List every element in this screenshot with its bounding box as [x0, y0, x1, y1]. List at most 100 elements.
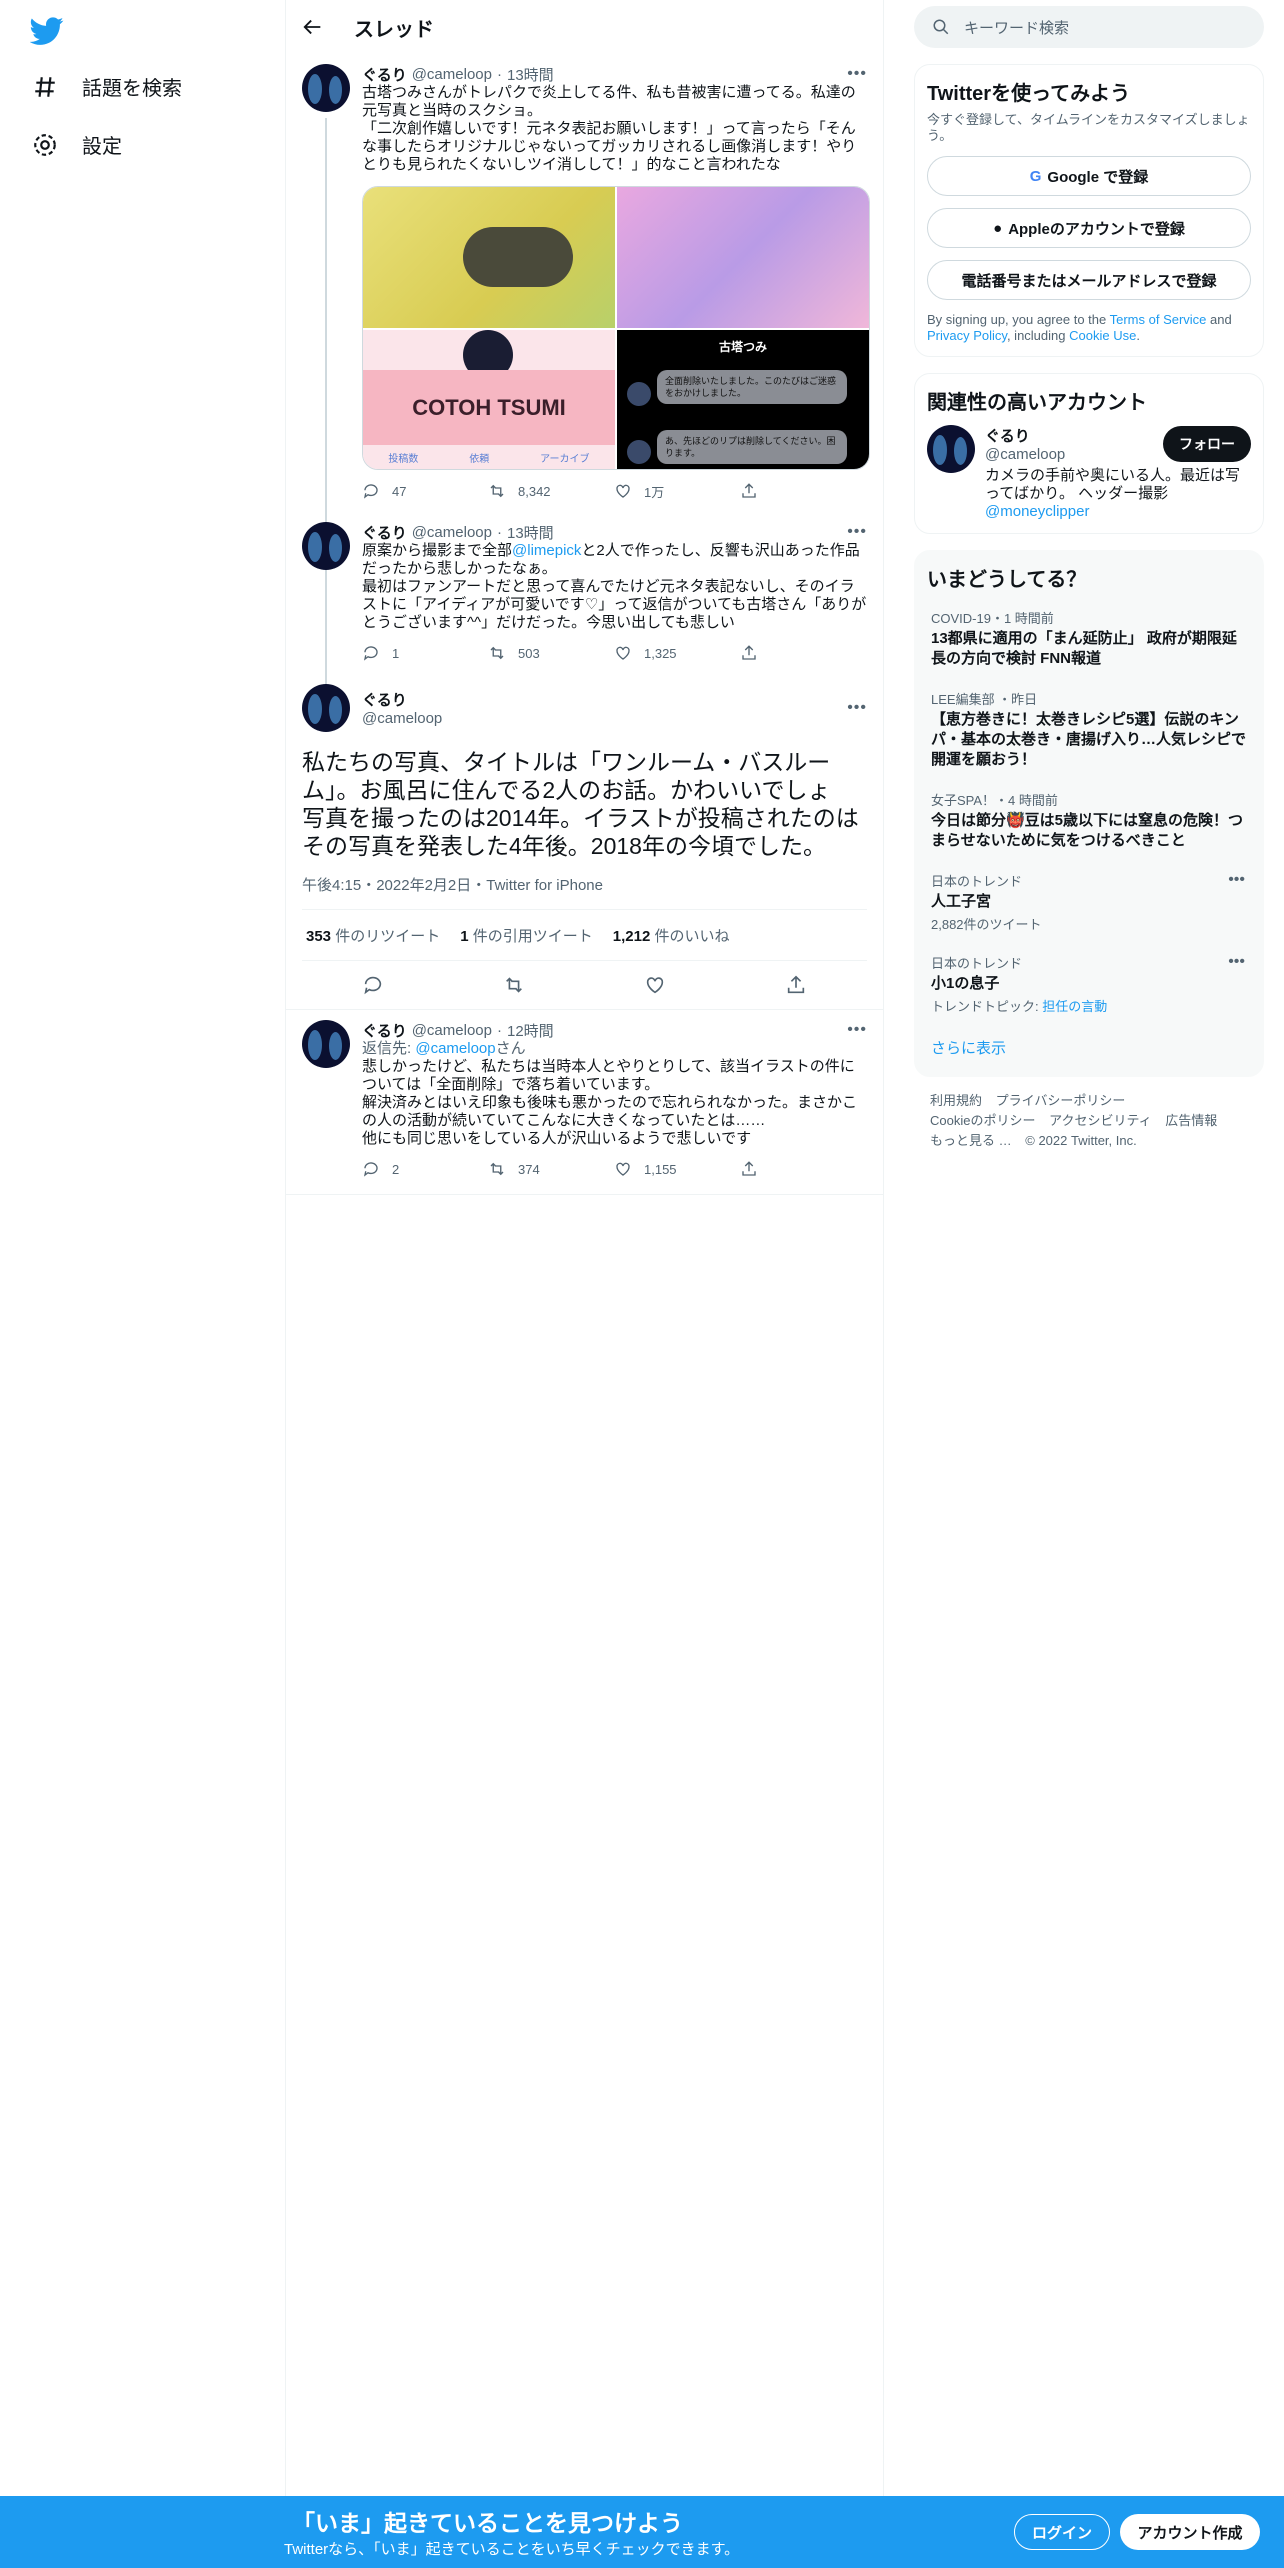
footer-link[interactable]: もっと見る …: [930, 1133, 1012, 1148]
trend-category: LEE編集部 ・昨日: [931, 692, 1038, 707]
search-input[interactable]: キーワード検索: [964, 17, 1069, 38]
retweet-icon[interactable]: [503, 974, 525, 996]
signup-button[interactable]: アカウント作成: [1120, 2514, 1260, 2550]
reply-button[interactable]: 2: [362, 1160, 488, 1178]
nav-settings[interactable]: 設定: [32, 130, 122, 159]
footer-link[interactable]: アクセシビリティ: [1049, 1113, 1152, 1128]
more-options-icon[interactable]: •••: [847, 699, 867, 717]
trend-category: 日本のトレンド: [931, 956, 1023, 971]
tweet-time[interactable]: 13時間: [507, 64, 554, 85]
like-button[interactable]: 1,155: [614, 1160, 740, 1178]
apple-signup-button[interactable]: ● Appleのアカウントで登録: [927, 208, 1251, 248]
author-name[interactable]: ぐるり: [362, 64, 407, 85]
tweet-time[interactable]: 12時間: [507, 1020, 554, 1041]
more-options-icon[interactable]: •••: [847, 65, 867, 83]
thread-tweet-2[interactable]: ぐるり @cameloop · 13時間 ••• 原案から撮影まで全部@lime…: [286, 512, 883, 698]
trend-item[interactable]: 女子SPA！・4 時間前 今日は節分👹豆は5歳以下には窒息の危険！つまらせないた…: [927, 780, 1251, 861]
search-bar[interactable]: キーワード検索: [914, 6, 1264, 48]
share-button[interactable]: [740, 1160, 866, 1178]
more-options-icon[interactable]: •••: [1228, 871, 1245, 889]
trend-topic-link[interactable]: 担任の言動: [1042, 999, 1107, 1014]
tweet-time[interactable]: 13時間: [507, 522, 554, 543]
twitter-logo-icon[interactable]: [30, 14, 64, 48]
trend-title: 今日は節分👹豆は5歳以下には窒息の危険！つまらせないために気をつけるべきこと: [931, 812, 1244, 849]
show-more-link[interactable]: さらに表示: [931, 1040, 1006, 1057]
retweet-button[interactable]: 503: [488, 644, 614, 662]
more-options-icon[interactable]: •••: [847, 1021, 867, 1039]
bio-mention-link[interactable]: @moneyclipper: [985, 503, 1089, 520]
follow-button[interactable]: フォロー: [1163, 426, 1251, 462]
focused-tweet: ぐるり @cameloop ••• 私たちの写真、タイトルは「ワンルーム・バスル…: [286, 674, 883, 1010]
login-button[interactable]: ログイン: [1014, 2514, 1110, 2550]
like-button[interactable]: 1万: [614, 482, 740, 501]
media-3-link: 依頼: [469, 454, 490, 465]
more-options-icon[interactable]: •••: [847, 523, 867, 541]
like-button[interactable]: 1,325: [614, 644, 740, 662]
author-name[interactable]: ぐるり: [362, 522, 407, 543]
media-screenshot-3[interactable]: COTOH TSUMI 投稿数 依頼 アーカイブ: [363, 330, 615, 469]
footer-link[interactable]: Cookieのポリシー: [930, 1113, 1035, 1128]
retweets-stat-label: 件のリツイート: [335, 927, 441, 945]
nav-explore-label: 話題を検索: [82, 78, 182, 100]
quotes-stat[interactable]: 1 件の引用ツイート: [460, 925, 593, 946]
nav-explore[interactable]: 話題を検索: [32, 72, 182, 101]
share-icon[interactable]: [785, 974, 807, 996]
reply-button[interactable]: 1: [362, 644, 488, 662]
related-bio-text: カメラの手前や奥にいる人。最近は写ってばかり。 ヘッダー撮影: [985, 467, 1241, 502]
media-screenshot-4[interactable]: 古塔つみ 全面削除いたしました。このたびはご迷惑をおかけしました。 あ、先ほどの…: [617, 330, 869, 469]
trend-item[interactable]: COVID-19・1 時間前 13都県に適用の「まん延防止」 政府が期限延長の方…: [927, 598, 1251, 679]
reply-button[interactable]: 47: [362, 482, 488, 500]
media-photo-1[interactable]: [363, 187, 615, 328]
author-handle[interactable]: @cameloop: [412, 1022, 492, 1039]
reply-icon[interactable]: [362, 974, 384, 996]
retweets-stat[interactable]: 353 件のリツイート: [306, 925, 440, 946]
google-signup-button[interactable]: G Google で登録: [927, 156, 1251, 196]
left-nav: 話題を検索 設定: [0, 0, 286, 2568]
footer-link[interactable]: プライバシーポリシー: [996, 1093, 1126, 1108]
author-name[interactable]: ぐるり: [362, 1020, 407, 1041]
footer-link[interactable]: 利用規約: [930, 1093, 982, 1108]
heart-icon[interactable]: [644, 974, 666, 996]
related-account[interactable]: ぐるり @cameloop フォロー カメラの手前や奥にいる人。最近は写ってばか…: [927, 425, 1251, 521]
related-handle[interactable]: @cameloop: [985, 446, 1163, 463]
media-photo-2[interactable]: [617, 187, 869, 328]
footer-link[interactable]: 広告情報: [1165, 1113, 1217, 1128]
retweet-count: 503: [518, 645, 540, 661]
back-arrow-icon[interactable]: [302, 16, 324, 38]
share-button[interactable]: [740, 482, 866, 500]
privacy-link[interactable]: Privacy Policy: [927, 328, 1007, 343]
avatar[interactable]: [302, 684, 350, 732]
more-options-icon[interactable]: •••: [1228, 953, 1245, 971]
avatar[interactable]: [927, 425, 975, 473]
share-button[interactable]: [740, 644, 866, 662]
mention-link[interactable]: @limepick: [512, 542, 581, 559]
author-handle[interactable]: @cameloop: [412, 66, 492, 83]
signup-title: Twitterを使ってみよう: [927, 83, 1131, 105]
share-icon: [742, 1161, 756, 1176]
tweet-timestamp[interactable]: 午後4:15・2022年2月2日・Twitter for iPhone: [302, 874, 867, 895]
phone-email-signup-button[interactable]: 電話番号またはメールアドレスで登録: [927, 260, 1251, 300]
trend-item[interactable]: 日本のトレンド 小1の息子 トレンドトピック: 担任の言動 •••: [927, 943, 1251, 1025]
likes-stat[interactable]: 1,212 件のいいね: [613, 925, 730, 946]
retweet-count: 8,342: [518, 483, 551, 499]
trend-item[interactable]: LEE編集部 ・昨日 【恵方巻きに！太巻きレシピ5選】伝説のキンパ・基本の太巻き…: [927, 679, 1251, 780]
related-name[interactable]: ぐるり: [985, 425, 1163, 446]
avatar[interactable]: [302, 1020, 350, 1068]
reply-to-mention[interactable]: @cameloop: [415, 1040, 495, 1057]
reply-tweet[interactable]: ぐるり @cameloop · 12時間 ••• 返信先: @cameloopさ…: [286, 1010, 883, 1195]
share-icon: [742, 645, 756, 660]
author-handle[interactable]: @cameloop: [412, 524, 492, 541]
thread-header: スレッド: [286, 0, 883, 54]
tweet-actions: 1 503 1,325: [362, 632, 867, 674]
trend-item[interactable]: 日本のトレンド 人工子宮 2,882件のツイート •••: [927, 861, 1251, 943]
author-handle[interactable]: @cameloop: [362, 710, 835, 727]
terms-link[interactable]: Terms of Service: [1110, 312, 1207, 327]
trends-card: いまどうしてる？ COVID-19・1 時間前 13都県に適用の「まん延防止」 …: [914, 550, 1264, 1077]
thread-tweet-1[interactable]: ぐるり @cameloop · 13時間 ••• 古塔つみさんがトレパクで炎上し…: [286, 54, 883, 588]
avatar[interactable]: [302, 64, 350, 112]
cookie-link[interactable]: Cookie Use: [1069, 328, 1136, 343]
retweet-button[interactable]: 374: [488, 1160, 614, 1178]
author-name[interactable]: ぐるり: [362, 689, 835, 710]
avatar[interactable]: [302, 522, 350, 570]
retweet-button[interactable]: 8,342: [488, 482, 614, 500]
